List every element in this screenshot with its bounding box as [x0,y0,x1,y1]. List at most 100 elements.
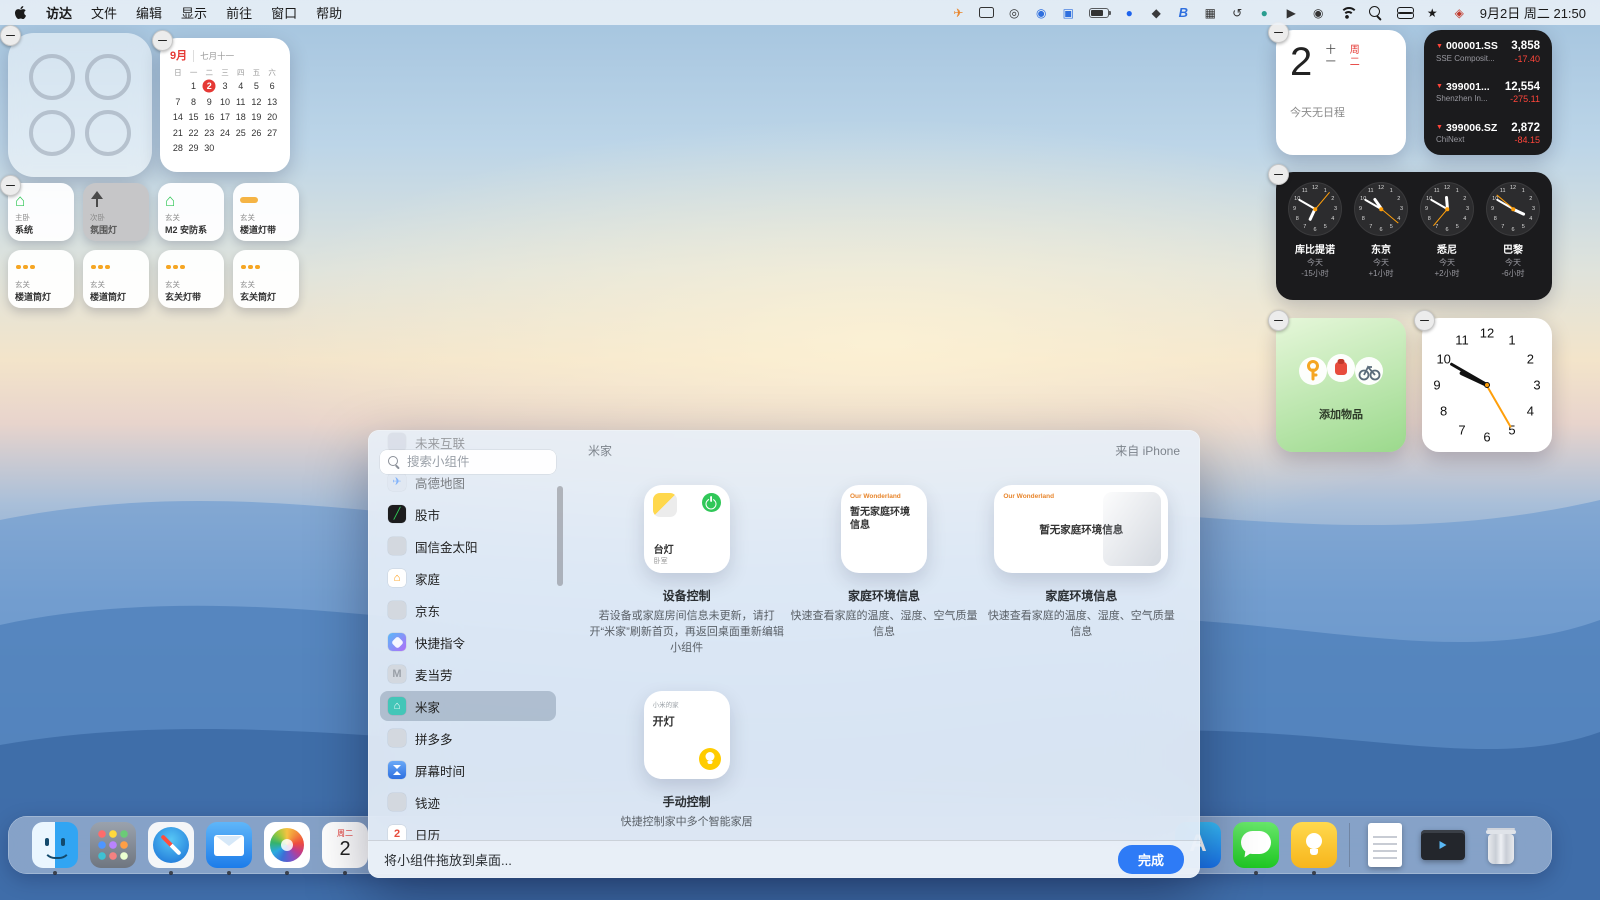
calendar-day[interactable]: 3 [217,79,233,94]
dock-document[interactable] [1362,822,1408,868]
calendar-day[interactable]: 20 [264,110,280,125]
calendar-day[interactable]: 1 [186,79,202,94]
sidebar-item[interactable]: 屏幕时间 [380,755,556,785]
stocks-widget[interactable]: ▼000001.SSSSE Composit...3,858-17.40 ▼399… [1424,30,1552,155]
display-icon[interactable] [979,7,994,18]
star-icon[interactable]: ★ [1426,5,1439,21]
dock-safari[interactable] [148,822,194,868]
calendar-day[interactable]: 2 [201,79,217,94]
remove-widget-button[interactable] [0,25,21,46]
home-scenes-widget[interactable] [8,33,152,177]
home-tile[interactable]: 玄关楼道筒灯 [8,250,74,308]
sidebar-item[interactable]: 钱迹 [380,787,556,817]
sidebar-item[interactable]: 2日历 [380,819,556,840]
calendar-day[interactable]: 26 [249,126,265,141]
sidebar-item[interactable]: M麦当劳 [380,659,556,689]
world-clock[interactable]: 123456789101112库比提诺今天-15小时 [1283,182,1347,290]
world-clock[interactable]: 123456789101112悉尼今天+2小时 [1415,182,1479,290]
sidebar-item[interactable]: 京东 [380,595,556,625]
dock-calendar[interactable]: 周二2 [322,822,368,868]
dock-notes[interactable] [1291,822,1337,868]
remove-widget-button[interactable] [152,30,173,51]
calendar-day[interactable]: 22 [186,126,202,141]
sidebar-item[interactable]: ⌂家庭 [380,563,556,593]
menubar-menu[interactable]: 编辑 [136,3,162,22]
menubar-menu[interactable]: 文件 [91,3,117,22]
calendar-widget[interactable]: 9月 七月十一 日一二三四五六1234567891011121314151617… [160,38,290,172]
home-tile[interactable]: 玄关玄关灯带 [158,250,224,308]
calendar-day[interactable]: 15 [186,110,202,125]
calendar-day[interactable]: 10 [217,95,233,110]
remove-widget-button[interactable] [1414,310,1435,331]
bitwarden-icon[interactable]: B [1177,5,1190,21]
analog-clock-widget[interactable]: 123456789101112 [1422,318,1552,452]
menubar-menu[interactable]: 前往 [226,3,252,22]
calendar-day[interactable]: 28 [170,141,186,156]
active-app-name[interactable]: 访达 [46,3,72,22]
sidebar-item[interactable]: 拼多多 [380,723,556,753]
env-info-wide-widget-preview[interactable]: Our Wonderland 暂无家庭环境信息 [994,485,1168,573]
remove-widget-button[interactable] [1268,164,1289,185]
battery-icon[interactable] [1089,8,1109,18]
dock-finder[interactable] [32,822,78,868]
time-machine-icon[interactable]: ↺ [1231,5,1244,21]
sidebar-item[interactable]: ⌂米家 [380,691,556,721]
search-input[interactable] [407,455,548,469]
home-tile[interactable]: ⌂玄关M2 安防系 [158,183,224,241]
control-center-icon[interactable] [1397,7,1412,19]
stock-row[interactable]: ▼399001...Shenzhen In...12,554-275.11 [1436,81,1540,105]
done-button[interactable]: 完成 [1118,845,1184,874]
apple-logo-icon[interactable] [14,5,27,20]
dock-mail[interactable] [206,822,252,868]
world-clock-widget[interactable]: 123456789101112库比提诺今天-15小时 12345678910111… [1276,172,1552,300]
scene-widget-preview[interactable]: 小米的家 开灯 [644,691,730,779]
remove-widget-button[interactable] [1268,310,1289,331]
remove-widget-button[interactable] [0,175,21,196]
dock-messages[interactable] [1233,822,1279,868]
device-control-widget-preview[interactable]: 台灯 卧室 [644,485,730,573]
downloads-icon[interactable]: ◉ [1035,5,1048,21]
env-info-widget-preview[interactable]: Our Wonderland 暂无家庭环境信息 [841,485,927,573]
sidebar-item[interactable]: ╱股市 [380,499,556,529]
calendar-day[interactable]: 30 [201,141,217,156]
home-tile[interactable]: 次卧氛围灯 [83,183,149,241]
calendar-day[interactable]: 24 [217,126,233,141]
calendar-day[interactable]: 11 [233,95,249,110]
calendar-day[interactable]: 29 [186,141,202,156]
calendar-day[interactable]: 23 [201,126,217,141]
calendar-day[interactable]: 6 [264,79,280,94]
calendar-day[interactable]: 9 [201,95,217,110]
menubar-menu[interactable]: 显示 [181,3,207,22]
sidebar-item[interactable]: 快捷指令 [380,627,556,657]
remove-widget-button[interactable] [1268,22,1289,43]
account-icon[interactable]: ◉ [1312,5,1325,21]
docker-icon[interactable]: ● [1123,5,1136,21]
apps-grid-icon[interactable]: ◈ [1453,5,1466,21]
calendar-day[interactable]: 7 [170,95,186,110]
calendar-day[interactable]: 14 [170,110,186,125]
calendar-day[interactable]: 19 [249,110,265,125]
menu-bar-clock[interactable]: 9月2日 周二 21:50 [1480,3,1586,22]
calendar-day[interactable]: 21 [170,126,186,141]
wifi-icon[interactable] [1339,6,1355,19]
sidebar-item[interactable]: 国信金太阳 [380,531,556,561]
disk-icon[interactable]: ◆ [1150,5,1163,21]
calendar-day[interactable]: 4 [233,79,249,94]
calendar-day[interactable]: 25 [233,126,249,141]
menubar-menu[interactable]: 帮助 [316,3,342,22]
menubar-menu[interactable]: 窗口 [271,3,297,22]
calendar-day[interactable]: 8 [186,95,202,110]
calendar-day[interactable]: 12 [249,95,265,110]
calendar-day[interactable]: 5 [249,79,265,94]
stock-row[interactable]: ▼399006.SZChiNext2,872-84.15 [1436,122,1540,146]
window-grid-icon[interactable]: ▦ [1204,5,1217,21]
home-tile[interactable]: 玄关楼道灯带 [233,183,299,241]
play-icon[interactable]: ▶ [1285,5,1298,21]
home-tile[interactable]: 玄关玄关筒灯 [233,250,299,308]
chat-app-icon[interactable]: ● [1258,5,1271,21]
calendar-day[interactable]: 17 [217,110,233,125]
stock-row[interactable]: ▼000001.SSSSE Composit...3,858-17.40 [1436,40,1540,64]
calendar-day[interactable] [170,79,186,94]
calendar-day[interactable]: 13 [264,95,280,110]
dock-screenshot[interactable] [1420,822,1466,868]
